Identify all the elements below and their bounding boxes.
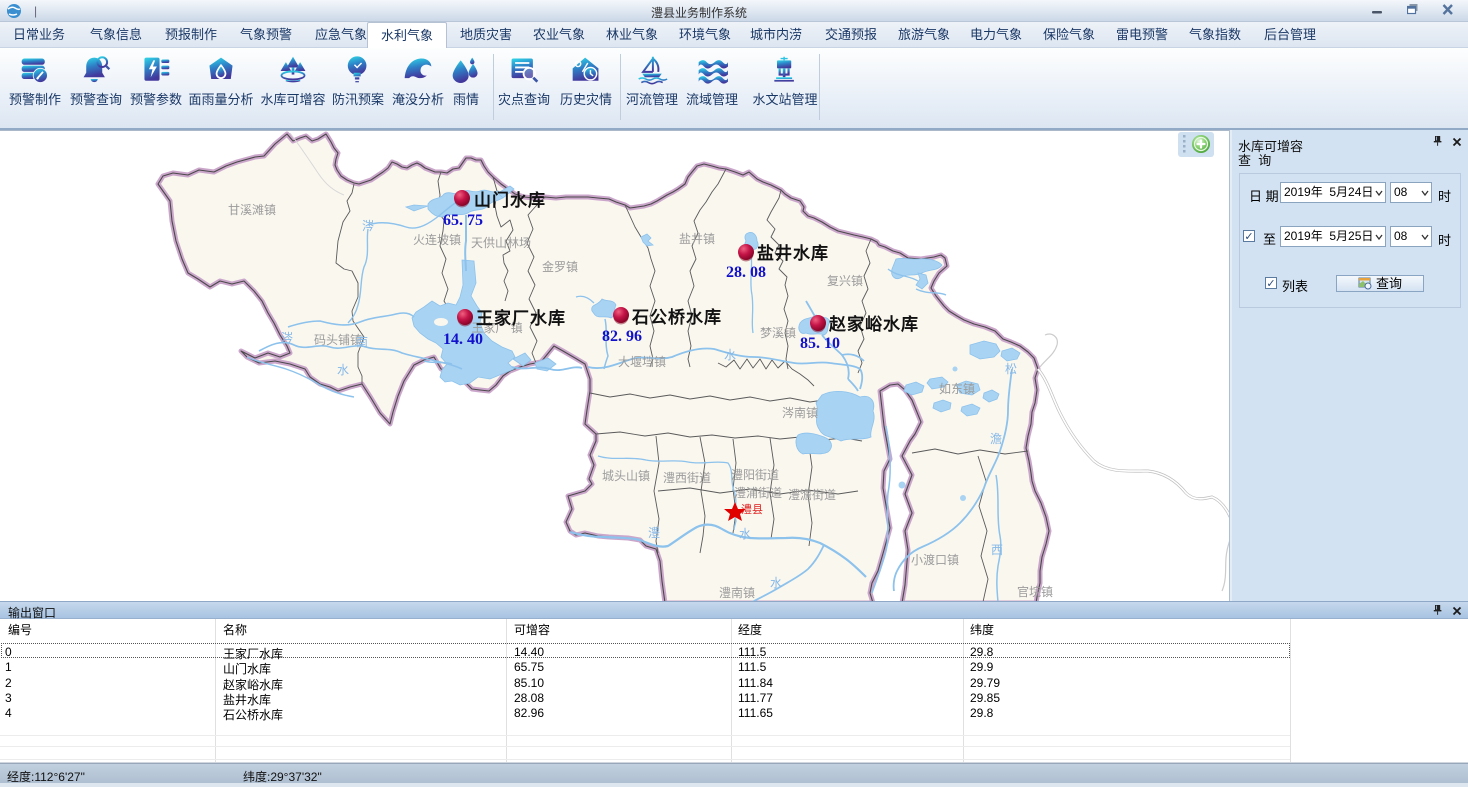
svg-text:85. 10: 85. 10 (800, 335, 840, 352)
svg-text:火连坡镇: 火连坡镇 (413, 232, 461, 247)
svg-text:西: 西 (991, 543, 1003, 557)
svg-text:山门水库: 山门水库 (474, 190, 546, 210)
svg-text:甘溪滩镇: 甘溪滩镇 (228, 203, 276, 217)
svg-text:如东镇: 如东镇 (939, 381, 975, 396)
svg-text:14. 40: 14. 40 (443, 331, 483, 348)
svg-text:盐井镇: 盐井镇 (679, 232, 715, 246)
svg-text:梦溪镇: 梦溪镇 (760, 326, 796, 340)
svg-text:水: 水 (724, 348, 736, 362)
svg-text:石公桥水库: 石公桥水库 (631, 307, 722, 327)
svg-text:82. 96: 82. 96 (602, 328, 642, 345)
svg-text:涔: 涔 (362, 219, 374, 233)
svg-text:澧: 澧 (648, 526, 660, 540)
svg-text:盐井水库: 盐井水库 (757, 243, 829, 263)
svg-text:28. 08: 28. 08 (726, 264, 766, 281)
svg-text:水: 水 (770, 576, 782, 590)
svg-text:城头山镇: 城头山镇 (602, 469, 650, 483)
svg-text:码头铺镇: 码头铺镇 (314, 333, 362, 347)
svg-text:金罗镇: 金罗镇 (542, 259, 578, 274)
svg-text:涔: 涔 (281, 331, 293, 345)
svg-text:水: 水 (337, 363, 349, 377)
svg-text:澧县: 澧县 (741, 502, 763, 516)
svg-text:澹: 澹 (990, 432, 1002, 446)
svg-text:澧阳街道: 澧阳街道 (731, 468, 779, 482)
svg-text:复兴镇: 复兴镇 (827, 274, 863, 288)
svg-text:澧西街道: 澧西街道 (663, 471, 711, 485)
svg-text:赵家峪水库: 赵家峪水库 (828, 314, 919, 334)
svg-text:官垸镇: 官垸镇 (1017, 584, 1053, 599)
svg-text:澧浦街道: 澧浦街道 (734, 486, 782, 500)
svg-text:松: 松 (1005, 362, 1017, 376)
svg-text:大堰垱镇: 大堰垱镇 (618, 355, 666, 369)
svg-text:天供山林场: 天供山林场 (471, 236, 531, 250)
svg-text:涔南镇: 涔南镇 (782, 405, 818, 420)
svg-text:王家厂水库: 王家厂水库 (476, 308, 566, 328)
svg-text:水: 水 (739, 527, 751, 541)
svg-text:小渡口镇: 小渡口镇 (911, 552, 959, 567)
svg-text:澧南镇: 澧南镇 (719, 585, 755, 600)
svg-text:南: 南 (356, 334, 368, 349)
svg-text:澧澹街道: 澧澹街道 (788, 488, 836, 502)
svg-text:65. 75: 65. 75 (443, 212, 483, 229)
